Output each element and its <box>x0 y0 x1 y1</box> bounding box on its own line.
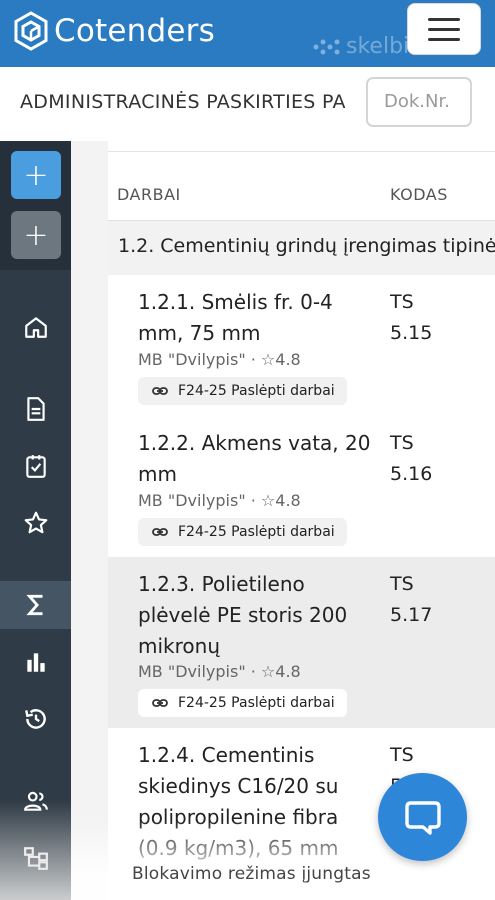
sidebar-item-home[interactable] <box>0 303 71 351</box>
plus-icon: + <box>23 217 49 253</box>
add-button-secondary[interactable]: + <box>11 211 61 259</box>
document-link-tag[interactable]: F24-25 Paslėpti darbai <box>138 689 347 717</box>
tag-label: F24-25 Paslėpti darbai <box>178 524 335 540</box>
home-icon <box>24 317 47 338</box>
top-bar: Cotenders skelbiu.lt <box>0 0 495 67</box>
hamburger-line <box>428 27 460 31</box>
sidebar-item-favorites[interactable] <box>0 499 71 547</box>
column-header-kodas[interactable]: KODAS <box>390 185 448 204</box>
sigma-icon <box>25 594 42 616</box>
sidebar: + + <box>0 141 71 900</box>
link-icon <box>152 699 168 707</box>
work-code: TS 5.17 <box>390 573 433 626</box>
doc-number-field[interactable]: Dok.Nr. <box>366 77 472 127</box>
bar-chart-icon <box>26 653 45 672</box>
hamburger-icon <box>428 17 460 21</box>
sidebar-item-statistics[interactable] <box>0 638 71 686</box>
section-row[interactable]: 1.2. Cementinių grindų įrengimas tipinės… <box>108 220 495 277</box>
sidebar-item-tasks[interactable] <box>0 442 71 490</box>
table-row[interactable]: 1.2.3. Polietileno plėvelė PE storis 200… <box>108 557 495 729</box>
chat-bubble-icon <box>404 801 441 835</box>
link-icon <box>152 528 168 536</box>
add-button-primary[interactable]: + <box>11 151 61 199</box>
document-icon <box>26 397 45 421</box>
subheader: ADMINISTRACINĖS PASKIRTIES PASTATO Dok.N… <box>0 67 495 141</box>
supplier-rating[interactable]: MB "Dvilypis" · ☆4.8 <box>138 491 301 510</box>
table-row[interactable]: 1.2.1. Smėlis fr. 0-4 mm, 75 mm TS 5.15 … <box>108 275 495 417</box>
watermark-dots-icon <box>313 39 340 54</box>
work-name: 1.2.3. Polietileno plėvelė PE storis 200… <box>138 572 348 658</box>
chat-button[interactable] <box>378 773 467 861</box>
table-top-strip <box>108 141 495 152</box>
sidebar-actions: + + <box>0 141 71 270</box>
work-code: TS 5.16 <box>390 432 433 485</box>
document-link-tag[interactable]: F24-25 Paslėpti darbai <box>138 518 347 546</box>
link-icon <box>152 387 168 395</box>
blocking-mode-notice: Blokavimo režimas įjungtas <box>132 864 371 884</box>
sidebar-fade <box>0 801 71 900</box>
plus-icon: + <box>23 157 49 193</box>
sidebar-item-documents[interactable] <box>0 385 71 433</box>
sidebar-item-totals[interactable] <box>0 581 71 629</box>
history-icon <box>24 709 46 729</box>
brand-logo[interactable]: Cotenders <box>14 11 215 51</box>
tag-label: F24-25 Paslėpti darbai <box>178 695 335 711</box>
work-name: 1.2.2. Akmens vata, 20 mm <box>138 431 371 486</box>
supplier-rating[interactable]: MB "Dvilypis" · ☆4.8 <box>138 350 301 369</box>
column-header-darbai[interactable]: DARBAI <box>117 185 181 204</box>
table-row[interactable]: 1.2.2. Akmens vata, 20 mm TS 5.16 MB "Dv… <box>108 416 495 558</box>
star-icon <box>24 511 47 534</box>
cotenders-logo-icon <box>14 11 48 51</box>
section-title: 1.2. Cementinių grindų įrengimas tipinės… <box>118 235 495 257</box>
hamburger-menu-button[interactable] <box>407 3 481 55</box>
work-code: TS 5.15 <box>390 291 433 344</box>
sidebar-item-history[interactable] <box>0 695 71 743</box>
supplier-rating[interactable]: MB "Dvilypis" · ☆4.8 <box>138 662 301 681</box>
checklist-icon <box>25 455 46 478</box>
hamburger-line <box>428 37 460 41</box>
project-title[interactable]: ADMINISTRACINĖS PASKIRTIES PASTATO <box>20 91 345 113</box>
tag-label: F24-25 Paslėpti darbai <box>178 383 335 399</box>
document-link-tag[interactable]: F24-25 Paslėpti darbai <box>138 377 347 405</box>
work-name: 1.2.1. Smėlis fr. 0-4 mm, 75 mm <box>138 290 333 345</box>
brand-name: Cotenders <box>54 13 215 49</box>
